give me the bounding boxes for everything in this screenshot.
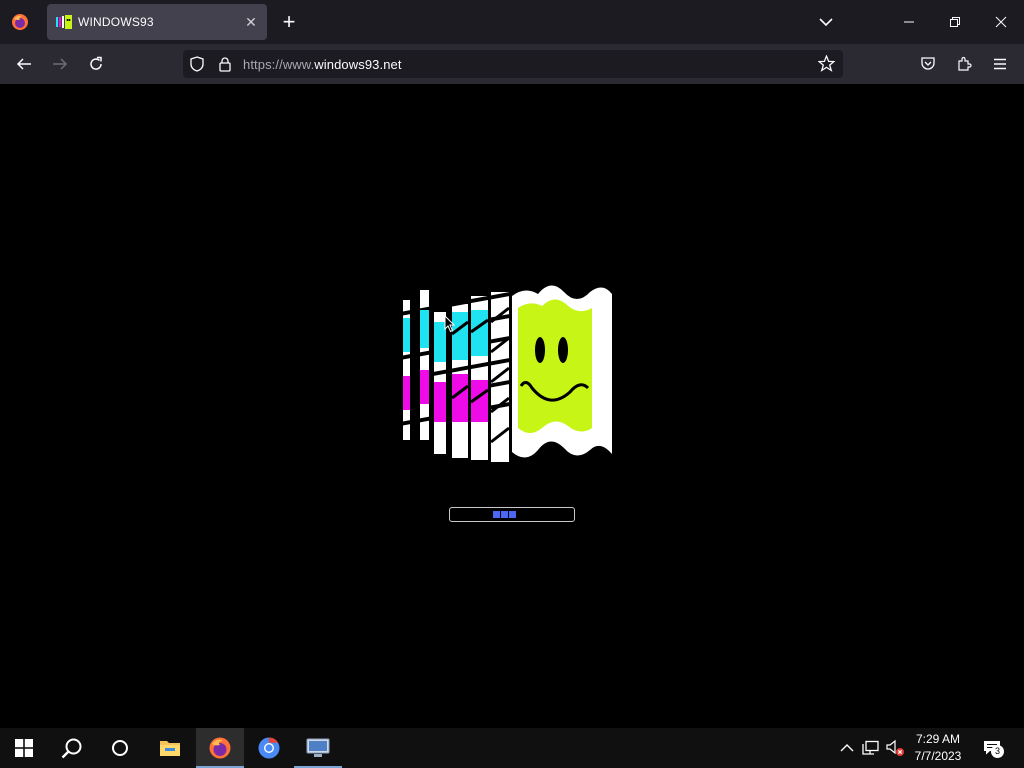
- app-menu-button[interactable]: [988, 52, 1012, 76]
- search-button[interactable]: [48, 728, 96, 768]
- arrow-left-icon: [16, 58, 31, 70]
- notification-icon-wrapper: 3: [983, 740, 1004, 758]
- bookmark-star-icon[interactable]: [818, 55, 835, 72]
- chevron-down-icon: [819, 18, 833, 27]
- tab-windows93[interactable]: WINDOWS93 ✕: [47, 4, 267, 40]
- firefox-taskbar-button[interactable]: [196, 728, 244, 768]
- pocket-button[interactable]: [916, 52, 940, 76]
- folder-icon: [160, 741, 180, 756]
- firefox-icon: [209, 737, 231, 759]
- arrow-right-icon: [53, 58, 68, 70]
- chrome-taskbar-button[interactable]: [245, 728, 293, 768]
- tab-close-icon[interactable]: ✕: [241, 12, 261, 32]
- clock-date: 7/7/2023: [914, 749, 962, 763]
- progress-block: [493, 511, 500, 518]
- restore-icon: [950, 17, 960, 27]
- pocket-icon: [921, 57, 935, 70]
- progress-block: [501, 511, 508, 518]
- notification-count-badge: 3: [991, 745, 1004, 758]
- boot-progress-bar: [449, 507, 575, 522]
- tab-title: WINDOWS93: [78, 15, 154, 29]
- file-explorer-button[interactable]: [146, 728, 194, 768]
- taskbar-clock[interactable]: 7:29 AM 7/7/2023: [906, 731, 970, 765]
- firefox-view-button[interactable]: [6, 8, 34, 36]
- puzzle-icon: [958, 56, 972, 71]
- speaker-muted-icon: [886, 739, 904, 756]
- url-domain: windows93.net: [314, 57, 402, 72]
- remote-desktop-icon: [306, 738, 330, 757]
- progress-blocks: [493, 511, 516, 518]
- url-prefix: https://www.: [243, 57, 315, 72]
- chrome-icon: [258, 737, 280, 759]
- windows-logo-icon: [15, 739, 33, 757]
- taskbar: 7:29 AM 7/7/2023 3: [0, 728, 1024, 768]
- reload-button[interactable]: [84, 52, 108, 76]
- mouse-cursor-icon: [444, 315, 456, 333]
- close-window-button[interactable]: [978, 0, 1024, 44]
- start-button[interactable]: [0, 728, 48, 768]
- url-text[interactable]: https://www.windows93.net: [243, 57, 402, 72]
- network-icon: [862, 740, 879, 755]
- forward-button[interactable]: [48, 52, 72, 76]
- tab-bar: WINDOWS93 ✕ +: [0, 0, 1024, 44]
- action-center-button[interactable]: 3: [978, 728, 1006, 768]
- list-all-tabs-button[interactable]: [814, 10, 838, 34]
- close-icon: [995, 16, 1007, 28]
- volume-tray-button[interactable]: [884, 728, 906, 768]
- remote-desktop-taskbar-button[interactable]: [294, 728, 342, 768]
- page-viewport: [0, 84, 1024, 728]
- firefox-icon: [12, 14, 28, 30]
- network-tray-button[interactable]: [860, 728, 882, 768]
- extensions-button[interactable]: [952, 52, 976, 76]
- back-button[interactable]: [12, 52, 36, 76]
- minimize-button[interactable]: [886, 0, 932, 44]
- search-icon: [61, 738, 82, 759]
- windows93-favicon-icon: [56, 15, 72, 29]
- navigation-toolbar: https://www.windows93.net: [0, 44, 1024, 84]
- windows93-logo: [400, 285, 612, 462]
- lock-icon[interactable]: [217, 56, 233, 72]
- address-bar[interactable]: https://www.windows93.net: [183, 50, 843, 78]
- tracking-protection-shield-icon[interactable]: [189, 56, 205, 72]
- cortana-button[interactable]: [96, 728, 144, 768]
- progress-block: [509, 511, 516, 518]
- hamburger-menu-icon: [994, 58, 1006, 70]
- reload-icon: [90, 56, 102, 70]
- minimize-icon: [904, 21, 914, 23]
- show-hidden-icons-button[interactable]: [836, 728, 858, 768]
- chevron-up-icon: [840, 744, 854, 752]
- restore-button[interactable]: [932, 0, 978, 44]
- logo-flag: [512, 285, 612, 458]
- clock-time: 7:29 AM: [915, 732, 961, 746]
- cortana-circle-icon: [112, 740, 128, 756]
- new-tab-button[interactable]: +: [276, 10, 302, 34]
